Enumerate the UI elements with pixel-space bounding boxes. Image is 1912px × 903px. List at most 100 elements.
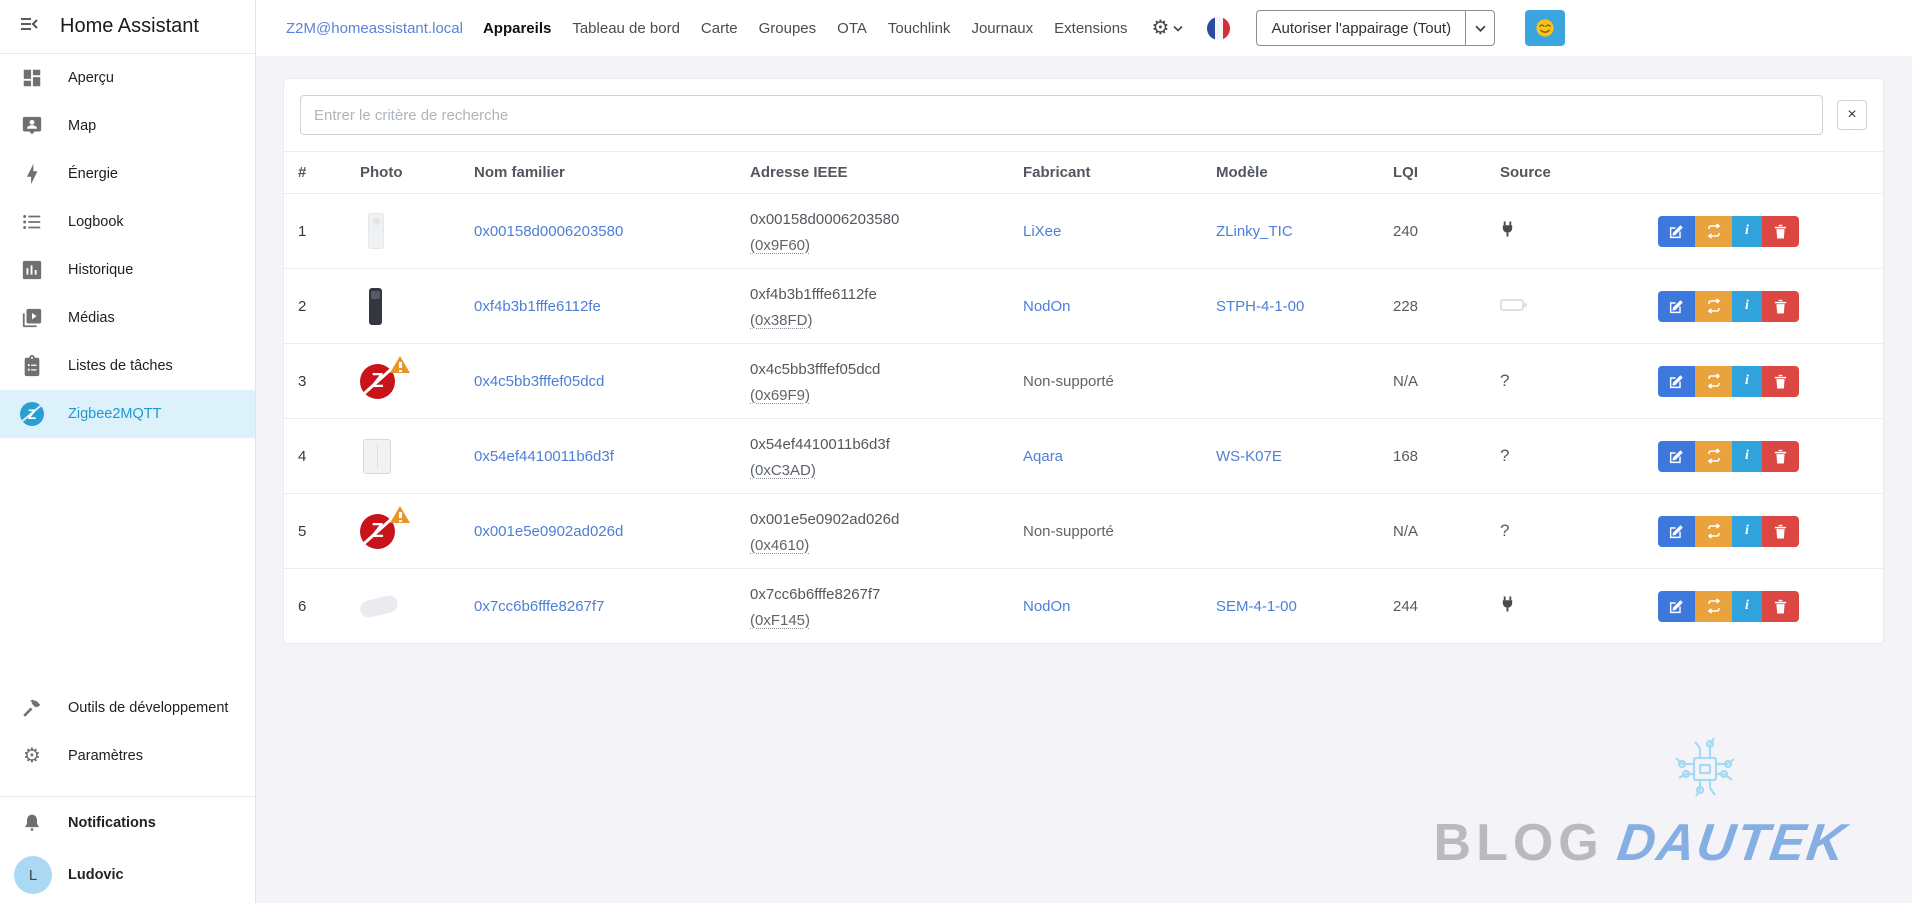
edit-button[interactable] xyxy=(1658,441,1695,472)
info-button[interactable]: i xyxy=(1732,366,1762,397)
ieee-address: 0x54ef4410011b6d3f xyxy=(750,434,995,455)
ieee-address: 0x7cc6b6fffe8267f7 xyxy=(750,584,995,605)
gear-icon: ⚙ xyxy=(20,744,44,768)
info-button[interactable]: i xyxy=(1732,216,1762,247)
col-header-modele[interactable]: Modèle xyxy=(1202,152,1379,194)
device-name-link[interactable]: 0xf4b3b1fffe6112fe xyxy=(474,298,601,315)
network-address-link[interactable]: (0x69F9) xyxy=(750,387,810,404)
search-input[interactable] xyxy=(300,95,1823,135)
sidebar-item-logbook[interactable]: Logbook xyxy=(0,198,255,246)
tab-journaux[interactable]: Journaux xyxy=(971,20,1033,37)
sidebar-item-medias[interactable]: Médias xyxy=(0,294,255,342)
edit-button[interactable] xyxy=(1658,216,1695,247)
info-button[interactable]: i xyxy=(1732,291,1762,322)
tab-touchlink[interactable]: Touchlink xyxy=(888,20,951,37)
sidebar-item-historique[interactable]: Historique xyxy=(0,246,255,294)
col-header-lqi[interactable]: LQI xyxy=(1379,152,1486,194)
avatar: L xyxy=(14,856,52,894)
device-name-link[interactable]: 0x001e5e0902ad026d xyxy=(474,523,623,540)
device-name-link[interactable]: 0x00158d0006203580 xyxy=(474,223,623,240)
vendor-link[interactable]: NodOn xyxy=(1023,298,1071,315)
sidebar-item-map[interactable]: Map xyxy=(0,102,255,150)
tab-appareils[interactable]: Appareils xyxy=(483,20,551,37)
vendor-link[interactable]: Aqara xyxy=(1023,448,1063,465)
col-header-source[interactable]: Source xyxy=(1486,152,1644,194)
reconfigure-button[interactable] xyxy=(1695,441,1732,472)
circuit-chip-icon xyxy=(1668,732,1742,806)
map-person-icon xyxy=(20,114,44,138)
edit-button[interactable] xyxy=(1658,291,1695,322)
device-photo-unsupported[interactable]: Z xyxy=(360,357,408,405)
delete-button[interactable] xyxy=(1762,441,1799,472)
vendor-link[interactable]: NodOn xyxy=(1023,598,1071,615)
col-header-nom[interactable]: Nom familier xyxy=(460,152,736,194)
tab-carte[interactable]: Carte xyxy=(701,20,738,37)
french-flag-icon[interactable] xyxy=(1207,17,1230,40)
reconfigure-button[interactable] xyxy=(1695,216,1732,247)
tab-groupes[interactable]: Groupes xyxy=(759,20,817,37)
settings-dropdown[interactable]: ⚙ xyxy=(1152,18,1184,38)
chevron-down-icon xyxy=(1475,25,1486,32)
theme-emoji-button[interactable] xyxy=(1525,10,1565,46)
device-photo[interactable] xyxy=(360,432,408,480)
model-link[interactable]: STPH-4-1-00 xyxy=(1216,298,1304,315)
model-link[interactable]: WS-K07E xyxy=(1216,448,1282,465)
col-header-photo[interactable]: Photo xyxy=(346,152,460,194)
network-address-link[interactable]: (0xF145) xyxy=(750,612,810,629)
info-button[interactable]: i xyxy=(1732,441,1762,472)
network-address-link[interactable]: (0x4610) xyxy=(750,537,809,554)
sidebar-toggle-icon[interactable] xyxy=(18,13,40,40)
clear-search-button[interactable]: × xyxy=(1837,100,1867,130)
row-actions: i xyxy=(1658,591,1869,622)
col-header-ieee[interactable]: Adresse IEEE xyxy=(736,152,1009,194)
sidebar-user[interactable]: L Ludovic xyxy=(0,847,255,903)
reconfigure-button[interactable] xyxy=(1695,591,1732,622)
device-photo[interactable] xyxy=(360,282,408,330)
model-link[interactable]: ZLinky_TIC xyxy=(1216,223,1293,240)
col-header-fabricant[interactable]: Fabricant xyxy=(1009,152,1202,194)
delete-button[interactable] xyxy=(1762,216,1799,247)
info-button[interactable]: i xyxy=(1732,591,1762,622)
device-name-link[interactable]: 0x4c5bb3fffef05dcd xyxy=(474,373,604,390)
edit-button[interactable] xyxy=(1658,366,1695,397)
delete-button[interactable] xyxy=(1762,516,1799,547)
permit-join-caret-button[interactable] xyxy=(1465,10,1495,46)
delete-button[interactable] xyxy=(1762,366,1799,397)
sidebar-item-listes-de-taches[interactable]: Listes de tâches xyxy=(0,342,255,390)
z2m-brand-link[interactable]: Z2M@homeassistant.local xyxy=(286,20,463,37)
col-header-num[interactable]: # xyxy=(284,152,346,194)
reconfigure-button[interactable] xyxy=(1695,516,1732,547)
ieee-address: 0x001e5e0902ad026d xyxy=(750,509,995,530)
edit-button[interactable] xyxy=(1658,516,1695,547)
row-actions: i xyxy=(1658,366,1869,397)
sidebar-item-outils-developpement[interactable]: Outils de développement xyxy=(0,684,255,732)
sidebar-item-notifications[interactable]: Notifications xyxy=(0,799,255,847)
device-name-link[interactable]: 0x54ef4410011b6d3f xyxy=(474,448,614,465)
delete-button[interactable] xyxy=(1762,591,1799,622)
permit-join-button[interactable]: Autoriser l'appairage (Tout) xyxy=(1256,10,1465,46)
info-button[interactable]: i xyxy=(1732,516,1762,547)
reconfigure-button[interactable] xyxy=(1695,366,1732,397)
delete-button[interactable] xyxy=(1762,291,1799,322)
power-plug-icon xyxy=(1500,600,1515,617)
network-address-link[interactable]: (0x9F60) xyxy=(750,237,810,254)
watermark-blog-text: BLOG xyxy=(1434,813,1604,873)
vendor-link[interactable]: LiXee xyxy=(1023,223,1061,240)
tab-tableau-de-bord[interactable]: Tableau de bord xyxy=(572,20,680,37)
tab-ota[interactable]: OTA xyxy=(837,20,867,37)
sidebar: Home Assistant Aperçu Map Énergie Logboo… xyxy=(0,0,256,903)
sidebar-item-parametres[interactable]: ⚙ Paramètres xyxy=(0,732,255,780)
device-name-link[interactable]: 0x7cc6b6fffe8267f7 xyxy=(474,598,604,615)
sidebar-item-zigbee2mqtt[interactable]: Z Zigbee2MQTT xyxy=(0,390,255,438)
sidebar-item-apercu[interactable]: Aperçu xyxy=(0,54,255,102)
model-link[interactable]: SEM-4-1-00 xyxy=(1216,598,1297,615)
edit-button[interactable] xyxy=(1658,591,1695,622)
device-photo-unsupported[interactable]: Z xyxy=(360,507,408,555)
tab-extensions[interactable]: Extensions xyxy=(1054,20,1127,37)
sidebar-item-energie[interactable]: Énergie xyxy=(0,150,255,198)
device-photo[interactable] xyxy=(360,582,408,630)
network-address-link[interactable]: (0x38FD) xyxy=(750,312,813,329)
device-photo[interactable] xyxy=(360,207,408,255)
reconfigure-button[interactable] xyxy=(1695,291,1732,322)
network-address-link[interactable]: (0xC3AD) xyxy=(750,462,816,479)
